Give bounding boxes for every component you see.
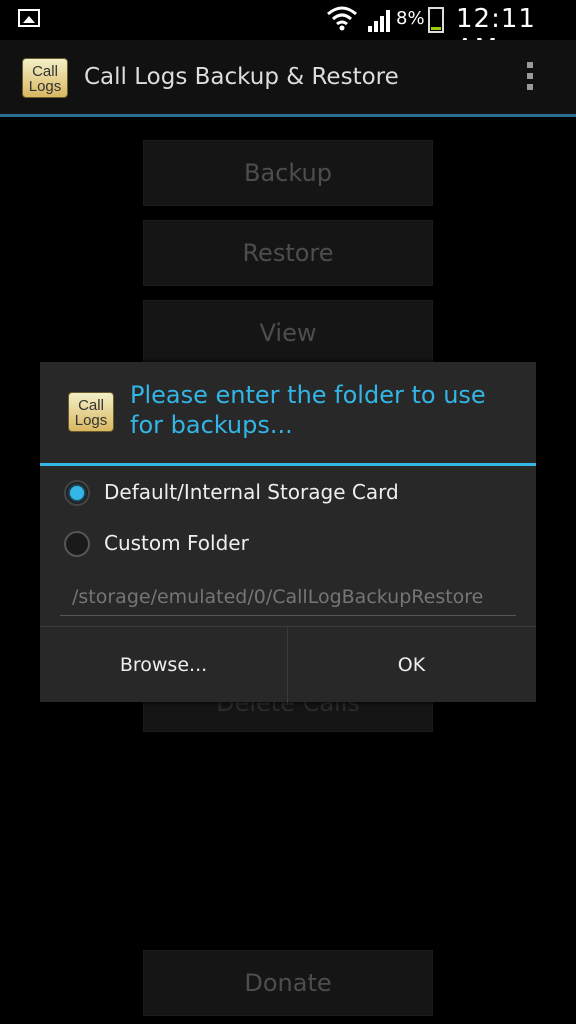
dialog-header: Call Logs Please enter the folder to use… [40, 362, 536, 464]
radio-button-checked[interactable] [64, 480, 90, 506]
folder-path-input[interactable] [60, 578, 516, 615]
dialog-title: Please enter the folder to use for backu… [130, 381, 486, 439]
folder-path-field[interactable] [60, 578, 516, 616]
app-logo-icon: Call Logs [22, 58, 68, 98]
battery-icon [428, 7, 444, 33]
action-bar: Call Logs Call Logs Backup & Restore [0, 40, 576, 117]
radio-custom-folder[interactable]: Custom Folder [64, 523, 524, 563]
dialog-divider [40, 463, 536, 466]
dialog-icon-text-line2: Logs [74, 412, 108, 429]
gallery-notification-icon [18, 9, 40, 27]
dialog-icon-text-line1: Call [78, 397, 104, 414]
battery-percent: 8% [396, 8, 425, 29]
signal-strength-icon [368, 10, 390, 32]
app-logo-text-line2: Logs [28, 78, 62, 95]
radio-button-unchecked[interactable] [64, 531, 90, 557]
radio-label: Custom Folder [104, 531, 249, 555]
radio-label: Default/Internal Storage Card [104, 480, 399, 504]
radio-default-storage[interactable]: Default/Internal Storage Card [64, 472, 524, 512]
wifi-icon [327, 6, 357, 31]
overflow-menu-icon[interactable] [524, 62, 536, 96]
folder-dialog: Call Logs Please enter the folder to use… [40, 362, 536, 703]
dialog-app-icon: Call Logs [68, 392, 114, 432]
status-bar: 8% 12:11 AM [0, 0, 576, 64]
app-logo-text-line1: Call [32, 63, 58, 80]
browse-button[interactable]: Browse... [40, 627, 288, 703]
app-title: Call Logs Backup & Restore [84, 64, 399, 90]
ok-button[interactable]: OK [288, 627, 535, 703]
dialog-button-bar: Browse... OK [40, 626, 536, 703]
